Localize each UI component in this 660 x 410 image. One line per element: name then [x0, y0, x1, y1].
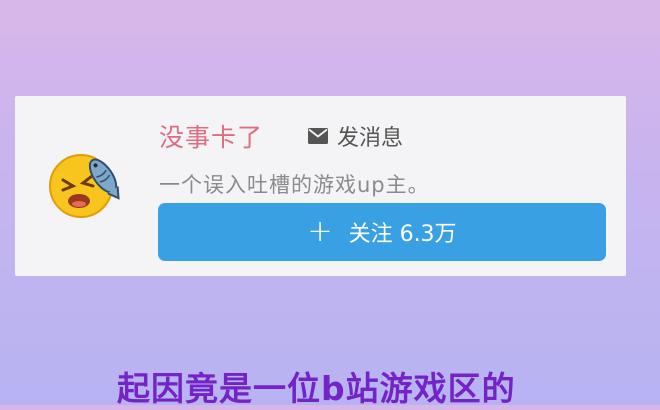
follow-label: 关注 6.3万	[348, 222, 457, 247]
follow-button[interactable]: + 关注 6.3万	[158, 203, 606, 261]
bio-text: 一个误入吐槽的游戏up主。	[159, 173, 430, 197]
video-caption: 起因竟是一位b站游戏区的	[117, 369, 516, 408]
username[interactable]: 没事卡了	[159, 118, 263, 154]
avatar[interactable]	[45, 146, 121, 222]
mail-icon	[308, 128, 328, 144]
profile-card: 没事卡了 发消息 一个误入吐槽的游戏up主。 + 关注 6.3万	[15, 96, 626, 276]
send-message-button[interactable]: 发消息	[308, 120, 403, 152]
plus-icon: +	[307, 214, 333, 249]
send-message-label: 发消息	[337, 126, 404, 151]
